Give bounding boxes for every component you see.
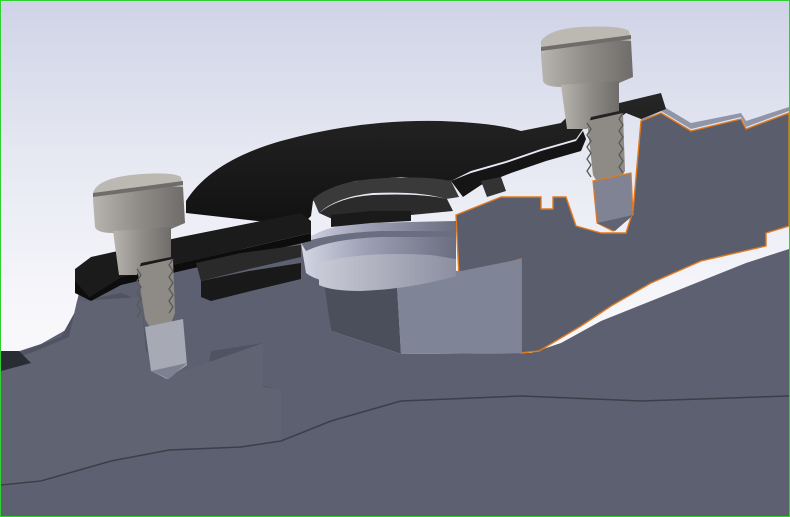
bearing-ring[interactable]: [301, 221, 456, 291]
screw-right-thread: [587, 113, 625, 185]
section-view-model[interactable]: [1, 1, 789, 516]
graphics-viewport[interactable]: [0, 0, 790, 517]
